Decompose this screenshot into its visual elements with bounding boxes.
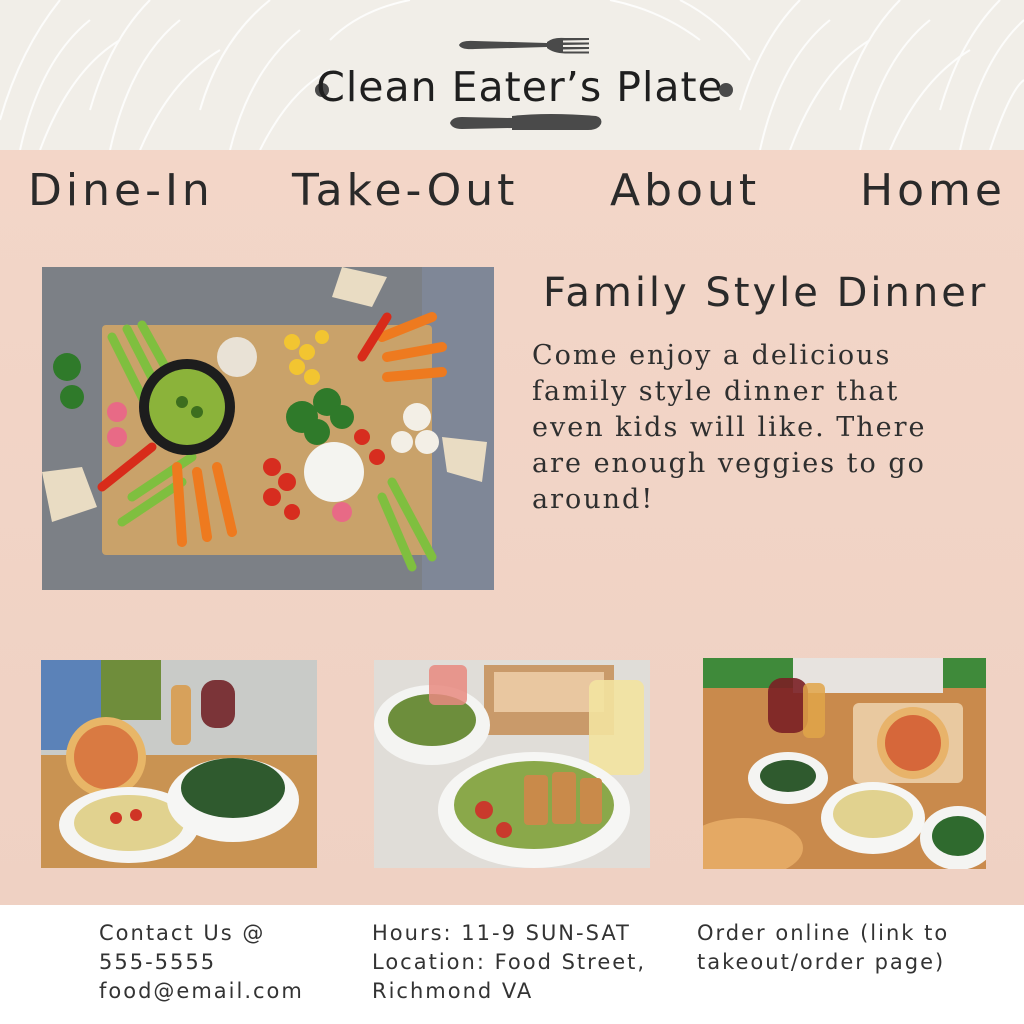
- knife-icon: [450, 114, 602, 130]
- footer-contact: Contact Us @ 555-5555 food@email.com: [99, 919, 304, 1006]
- fork-icon: [459, 37, 589, 54]
- pizza-salad-image: [41, 660, 317, 868]
- main-content: Dine-In Take-Out About Home Family Style…: [0, 150, 1024, 905]
- site-title: Clean Eater’s Plate: [316, 63, 724, 111]
- hours-text: Hours: 11-9 SUN-SAT: [372, 921, 631, 945]
- chicken-salad-image: [374, 660, 650, 868]
- location-text-line1: Location: Food Street,: [372, 950, 647, 974]
- table-spread-image: [703, 658, 986, 869]
- contact-email[interactable]: food@email.com: [99, 977, 304, 1006]
- site-header: Clean Eater’s Plate: [0, 0, 1024, 150]
- feature-description: Come enjoy a delicious family style dinn…: [532, 340, 927, 515]
- order-online-link-line2[interactable]: takeout/order page): [697, 948, 949, 977]
- nav-dine-in[interactable]: Dine-In: [28, 165, 214, 216]
- logo-dot-right: [719, 83, 733, 97]
- order-online-link-line1[interactable]: Order online (link to: [697, 919, 949, 948]
- contact-label: Contact Us @: [99, 921, 266, 945]
- nav-home[interactable]: Home: [860, 165, 1006, 216]
- footer-order-online[interactable]: Order online (link to takeout/order page…: [697, 919, 949, 977]
- veggie-platter-image: [42, 267, 494, 590]
- site-footer: Contact Us @ 555-5555 food@email.com Hou…: [0, 905, 1024, 1024]
- contact-phone[interactable]: 555-5555: [99, 948, 304, 977]
- feature-title: Family Style Dinner: [543, 270, 989, 316]
- nav-about[interactable]: About: [610, 165, 760, 216]
- nav-take-out[interactable]: Take-Out: [292, 165, 518, 216]
- location-text-line2: Richmond VA: [372, 979, 534, 1003]
- main-nav: Dine-In Take-Out About Home: [0, 165, 1024, 225]
- logo[interactable]: Clean Eater’s Plate: [300, 30, 740, 140]
- footer-info: Hours: 11-9 SUN-SAT Location: Food Stree…: [372, 919, 646, 1006]
